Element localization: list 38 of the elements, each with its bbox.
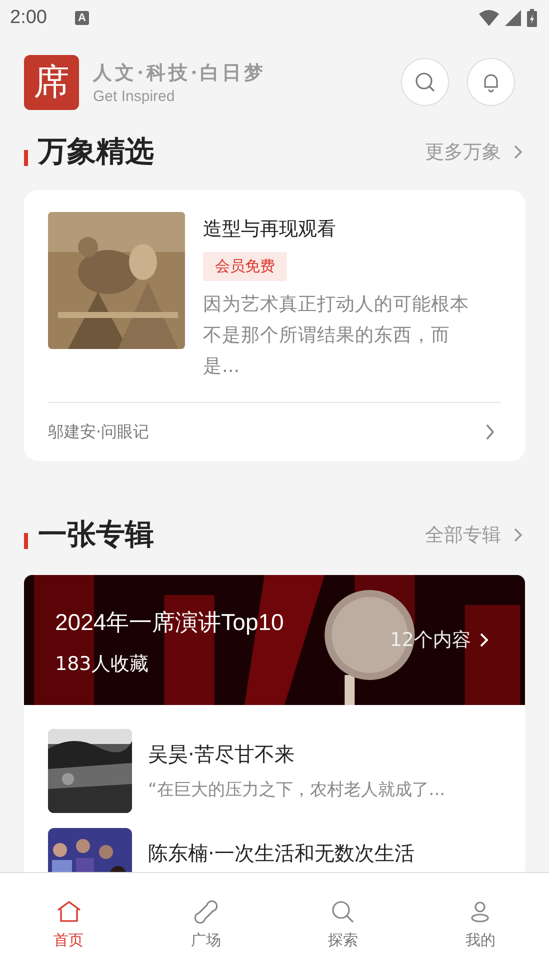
chevron-icon	[513, 528, 523, 542]
wifi-icon	[479, 10, 499, 26]
chevron-icon	[479, 632, 489, 648]
nav-tab[interactable]: 首页	[0, 873, 138, 977]
article-author: 邬建安·问眼记	[48, 422, 150, 442]
link-icon	[192, 899, 219, 925]
more-link[interactable]: 全部专辑	[425, 522, 523, 548]
search-icon	[330, 899, 356, 925]
talk-title: 陈东楠·一次生活和无数次生活	[148, 840, 414, 867]
slogan: 人文·科技·白日梦	[93, 60, 266, 86]
notifications-button[interactable]	[467, 58, 515, 106]
chevron-icon	[513, 145, 523, 159]
brand-subtitle: Get Inspired	[93, 88, 176, 104]
article-card[interactable]: 造型与再现观看 会员免费 因为艺术真正打动人的可能根本不是那个所谓结果的东西，而是... 邬建安·问眼记	[24, 190, 525, 461]
search-icon	[414, 71, 436, 93]
search-button[interactable]	[401, 58, 449, 106]
section-title: 万象精选	[38, 133, 154, 170]
home-icon	[56, 899, 82, 925]
talk-item[interactable]: 吴昊·苦尽甘不来 “在巨大的压力之下，农村老人就成了...	[24, 705, 525, 813]
signal-icon	[505, 10, 521, 26]
album-saves: 183人收藏	[55, 652, 148, 677]
album-count-link[interactable]: 12个内容	[390, 627, 489, 653]
nav-tab[interactable]: 广场	[137, 873, 274, 977]
nav-tab[interactable]: 探索	[274, 873, 412, 977]
member-tag: 会员免费	[203, 252, 287, 281]
more-link[interactable]: 更多万象	[425, 139, 523, 165]
nav-tab[interactable]: 我的	[412, 873, 549, 977]
status-time: 2:00	[10, 7, 47, 29]
talk-excerpt: “在巨大的压力之下，农村老人就成了...	[148, 779, 446, 801]
battery-icon	[527, 9, 537, 27]
app-logo: 席	[24, 54, 79, 110]
article-title: 造型与再现观看	[203, 217, 336, 242]
album-title: 2024年一席演讲Top10	[55, 608, 284, 637]
section-title: 一张专辑	[38, 516, 154, 553]
article-excerpt: 因为艺术真正打动人的可能根本不是那个所谓结果的东西，而是...	[203, 293, 470, 379]
notification-icon: A	[74, 11, 89, 25]
chevron-icon	[485, 424, 495, 440]
talk-title: 吴昊·苦尽甘不来	[148, 741, 296, 768]
